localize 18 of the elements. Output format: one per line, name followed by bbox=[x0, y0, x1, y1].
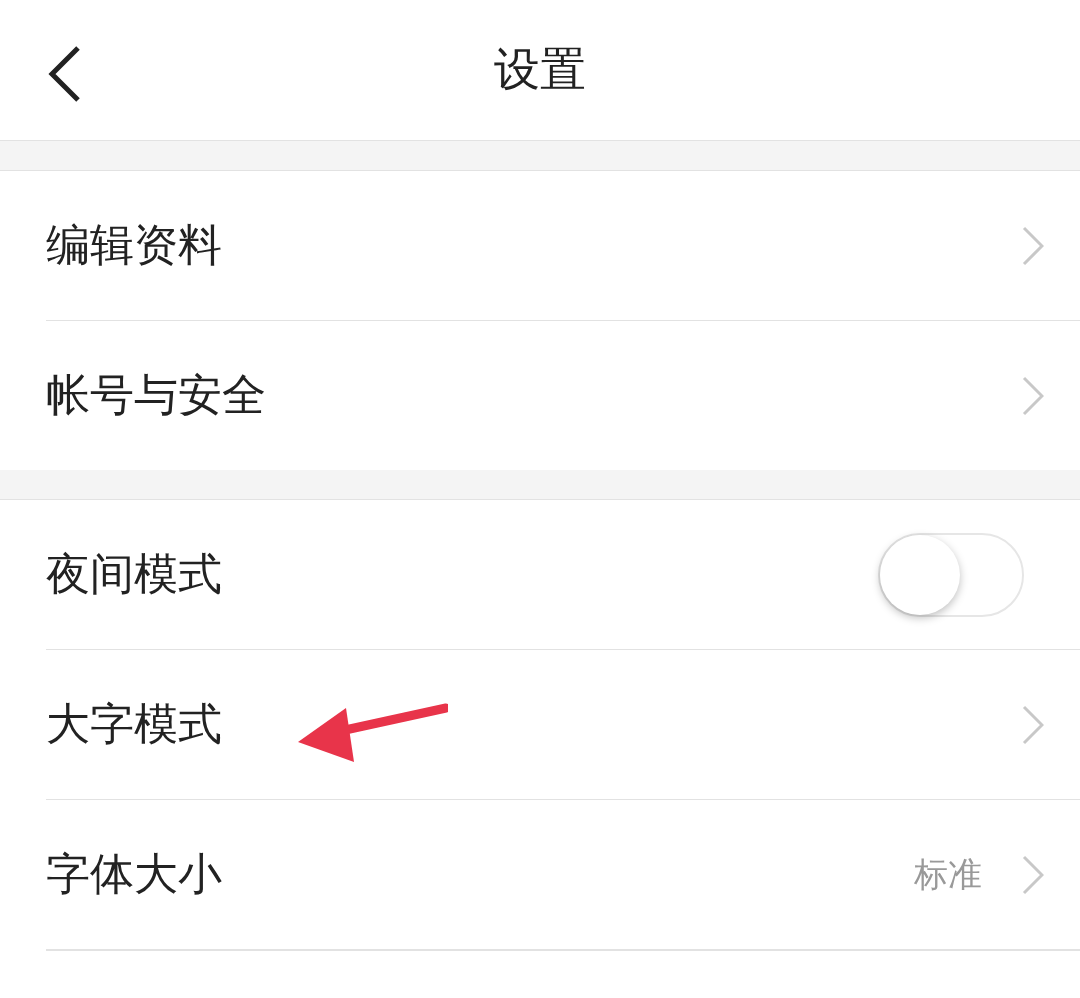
row-label: 夜间模式 bbox=[46, 547, 222, 601]
row-label: 大字模式 bbox=[46, 697, 222, 751]
row-label: 帐号与安全 bbox=[46, 368, 266, 422]
settings-row[interactable]: 大字模式 bbox=[46, 650, 1080, 800]
chevron-right-icon bbox=[1022, 854, 1044, 895]
settings-row[interactable]: 夜间模式 bbox=[46, 500, 1080, 650]
chevron-right-icon bbox=[1022, 225, 1044, 266]
back-icon[interactable] bbox=[46, 44, 82, 104]
page-title: 设置 bbox=[494, 41, 586, 98]
row-label: 字体大小 bbox=[46, 847, 222, 901]
chevron-right-icon bbox=[1022, 704, 1044, 745]
settings-row[interactable]: 编辑资料 bbox=[46, 171, 1080, 321]
row-value: 标准 bbox=[914, 852, 982, 896]
settings-row[interactable]: 字体大小 标准 bbox=[46, 800, 1080, 950]
row-label: 编辑资料 bbox=[46, 218, 222, 272]
settings-row[interactable]: 帐号与安全 bbox=[46, 321, 1080, 470]
toggle-switch[interactable] bbox=[878, 532, 1024, 617]
chevron-right-icon bbox=[1022, 375, 1044, 416]
